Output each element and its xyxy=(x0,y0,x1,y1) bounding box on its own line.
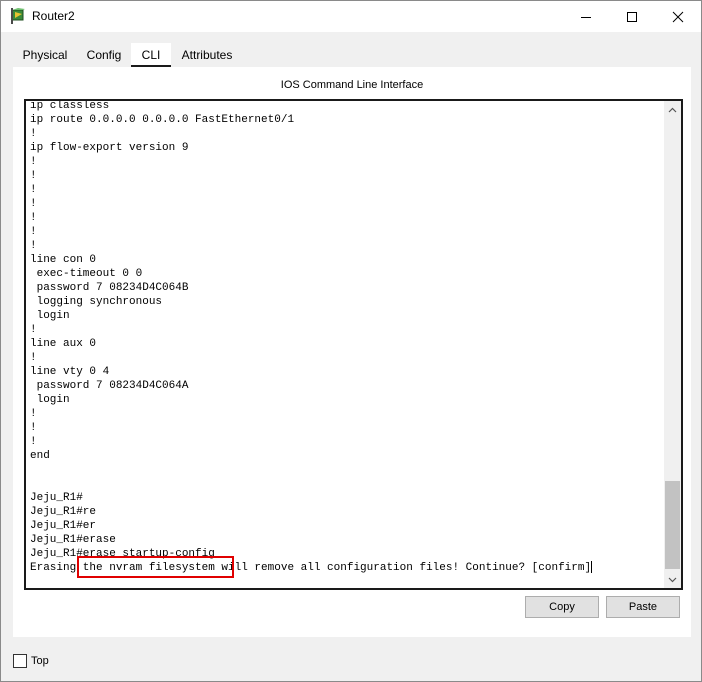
terminal-line: end xyxy=(30,450,50,462)
terminal-line: Jeju_R1#erase xyxy=(30,534,116,546)
terminal-line: Jeju_R1#erase startup-config xyxy=(30,548,215,560)
terminal-line: password 7 08234D4C064B xyxy=(30,282,189,294)
terminal-line: ! xyxy=(30,226,37,238)
terminal-line: logging synchronous xyxy=(30,296,163,308)
terminal-line: ! xyxy=(30,436,37,448)
minimize-icon xyxy=(581,16,591,18)
text-cursor xyxy=(591,561,593,574)
terminal-line: ! xyxy=(30,240,37,252)
maximize-button[interactable] xyxy=(609,1,655,32)
terminal-line: line aux 0 xyxy=(30,338,97,350)
router-window: Router2 Physical Config CLI Attributes I… xyxy=(0,0,702,682)
close-button[interactable] xyxy=(655,1,701,32)
chevron-down-icon xyxy=(668,577,677,582)
cli-terminal[interactable]: ip classless ip route 0.0.0.0 0.0.0.0 Fas… xyxy=(24,99,683,590)
terminal-line: ! xyxy=(30,156,37,168)
copy-button[interactable]: Copy xyxy=(525,596,599,618)
terminal-line: ! xyxy=(30,198,37,210)
scroll-down-button[interactable] xyxy=(664,571,681,588)
tab-attributes[interactable]: Attributes xyxy=(177,43,237,67)
terminal-line: exec-timeout 0 0 xyxy=(30,268,143,280)
close-icon xyxy=(672,11,684,22)
terminal-line: ! xyxy=(30,170,37,182)
window-title: Router2 xyxy=(32,9,75,23)
tab-config[interactable]: Config xyxy=(83,43,125,67)
terminal-line: login xyxy=(30,310,70,322)
terminal-line: Jeju_R1# xyxy=(30,492,83,504)
terminal-line: ip route 0.0.0.0 0.0.0.0 FastEthernet0/1 xyxy=(30,114,295,126)
scrollbar-thumb[interactable] xyxy=(665,481,680,569)
top-checkbox[interactable] xyxy=(13,654,27,668)
terminal-line: line con 0 xyxy=(30,254,97,266)
terminal-line: ! xyxy=(30,212,37,224)
tab-cli[interactable]: CLI xyxy=(131,43,171,67)
terminal-line: ip flow-export version 9 xyxy=(30,142,189,154)
terminal-line: ip classless xyxy=(30,100,110,112)
terminal-line: ! xyxy=(30,324,37,336)
terminal-line: line vty 0 4 xyxy=(30,366,110,378)
terminal-line: ! xyxy=(30,408,37,420)
terminal-line: password 7 08234D4C064A xyxy=(30,380,189,392)
terminal-line: Jeju_R1#re xyxy=(30,506,97,518)
terminal-output: ip classless ip route 0.0.0.0 0.0.0.0 Fas… xyxy=(30,100,660,575)
vertical-scrollbar[interactable] xyxy=(664,101,681,588)
chevron-up-icon xyxy=(668,107,677,112)
terminal-line: Erasing the nvram filesystem will remove… xyxy=(30,561,593,574)
router-app-icon xyxy=(11,8,25,24)
terminal-line: ! xyxy=(30,422,37,434)
maximize-icon xyxy=(627,11,637,22)
terminal-line: ! xyxy=(30,352,37,364)
paste-button[interactable]: Paste xyxy=(606,596,680,618)
terminal-line: login xyxy=(30,394,70,406)
terminal-line: ! xyxy=(30,184,37,196)
terminal-line: ! xyxy=(30,128,37,140)
top-checkbox-label: Top xyxy=(31,655,49,667)
scroll-up-button[interactable] xyxy=(664,101,681,118)
terminal-line: Jeju_R1#er xyxy=(30,520,97,532)
minimize-button[interactable] xyxy=(563,1,609,32)
tab-physical[interactable]: Physical xyxy=(17,43,73,67)
cli-panel: IOS Command Line Interface ip classless i… xyxy=(13,67,691,637)
cli-header: IOS Command Line Interface xyxy=(280,79,424,91)
title-bar[interactable]: Router2 xyxy=(1,1,701,32)
